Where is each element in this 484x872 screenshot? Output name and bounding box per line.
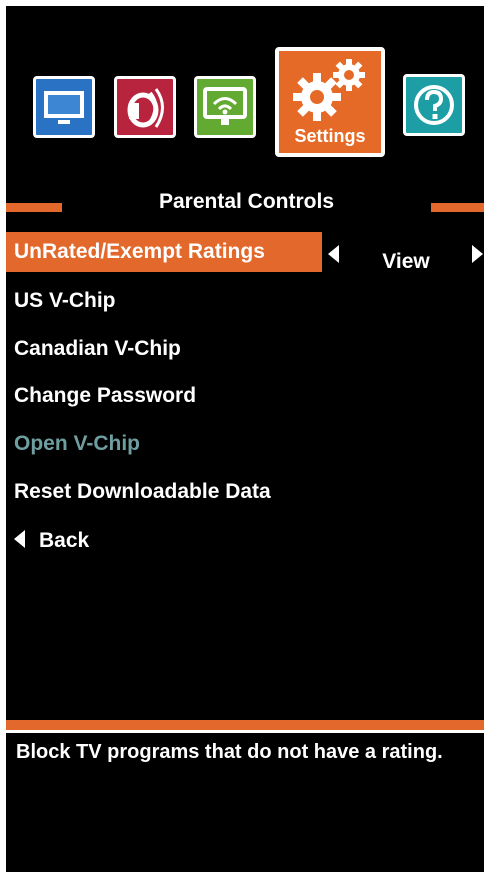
picture-menu-tile[interactable] <box>33 76 95 138</box>
value-prev-arrow-icon[interactable] <box>328 245 339 263</box>
menu-item-us-v-chip[interactable]: US V-Chip <box>6 281 116 321</box>
network-icon <box>203 87 247 125</box>
back-label: Back <box>39 529 90 552</box>
heading-accent-left <box>6 203 62 212</box>
audio-menu-tile[interactable] <box>114 76 176 138</box>
page-title: Parental Controls <box>158 190 335 213</box>
menu-item-canadian-v-chip[interactable]: Canadian V-Chip <box>6 329 181 369</box>
network-menu-tile[interactable] <box>194 76 256 138</box>
tv-menu-screen: Settings Parental Controls UnRated/Exemp… <box>6 6 484 872</box>
setting-value: View <box>382 250 430 273</box>
heading-accent-right <box>431 203 484 212</box>
settings-tile-label: Settings <box>294 126 366 146</box>
settings-menu-tile[interactable]: Settings <box>275 47 385 157</box>
footer-accent-bar <box>6 720 484 730</box>
help-text: Block TV programs that do not have a rat… <box>16 741 443 763</box>
value-next-arrow-icon[interactable] <box>472 245 483 263</box>
menu-item-change-password[interactable]: Change Password <box>6 376 196 416</box>
audio-icon <box>127 88 164 128</box>
menu-item-unrated-exempt-ratings[interactable]: UnRated/Exempt Ratings <box>6 232 322 272</box>
back-arrow-icon <box>14 530 25 549</box>
menu-item-open-v-chip: Open V-Chip <box>14 432 140 455</box>
help-menu-tile[interactable] <box>403 74 465 136</box>
menu-item-reset-downloadable-data[interactable]: Reset Downloadable Data <box>6 472 271 512</box>
menu-item-back[interactable]: Back <box>6 521 89 561</box>
tv-icon <box>44 91 84 124</box>
help-icon <box>414 85 454 125</box>
